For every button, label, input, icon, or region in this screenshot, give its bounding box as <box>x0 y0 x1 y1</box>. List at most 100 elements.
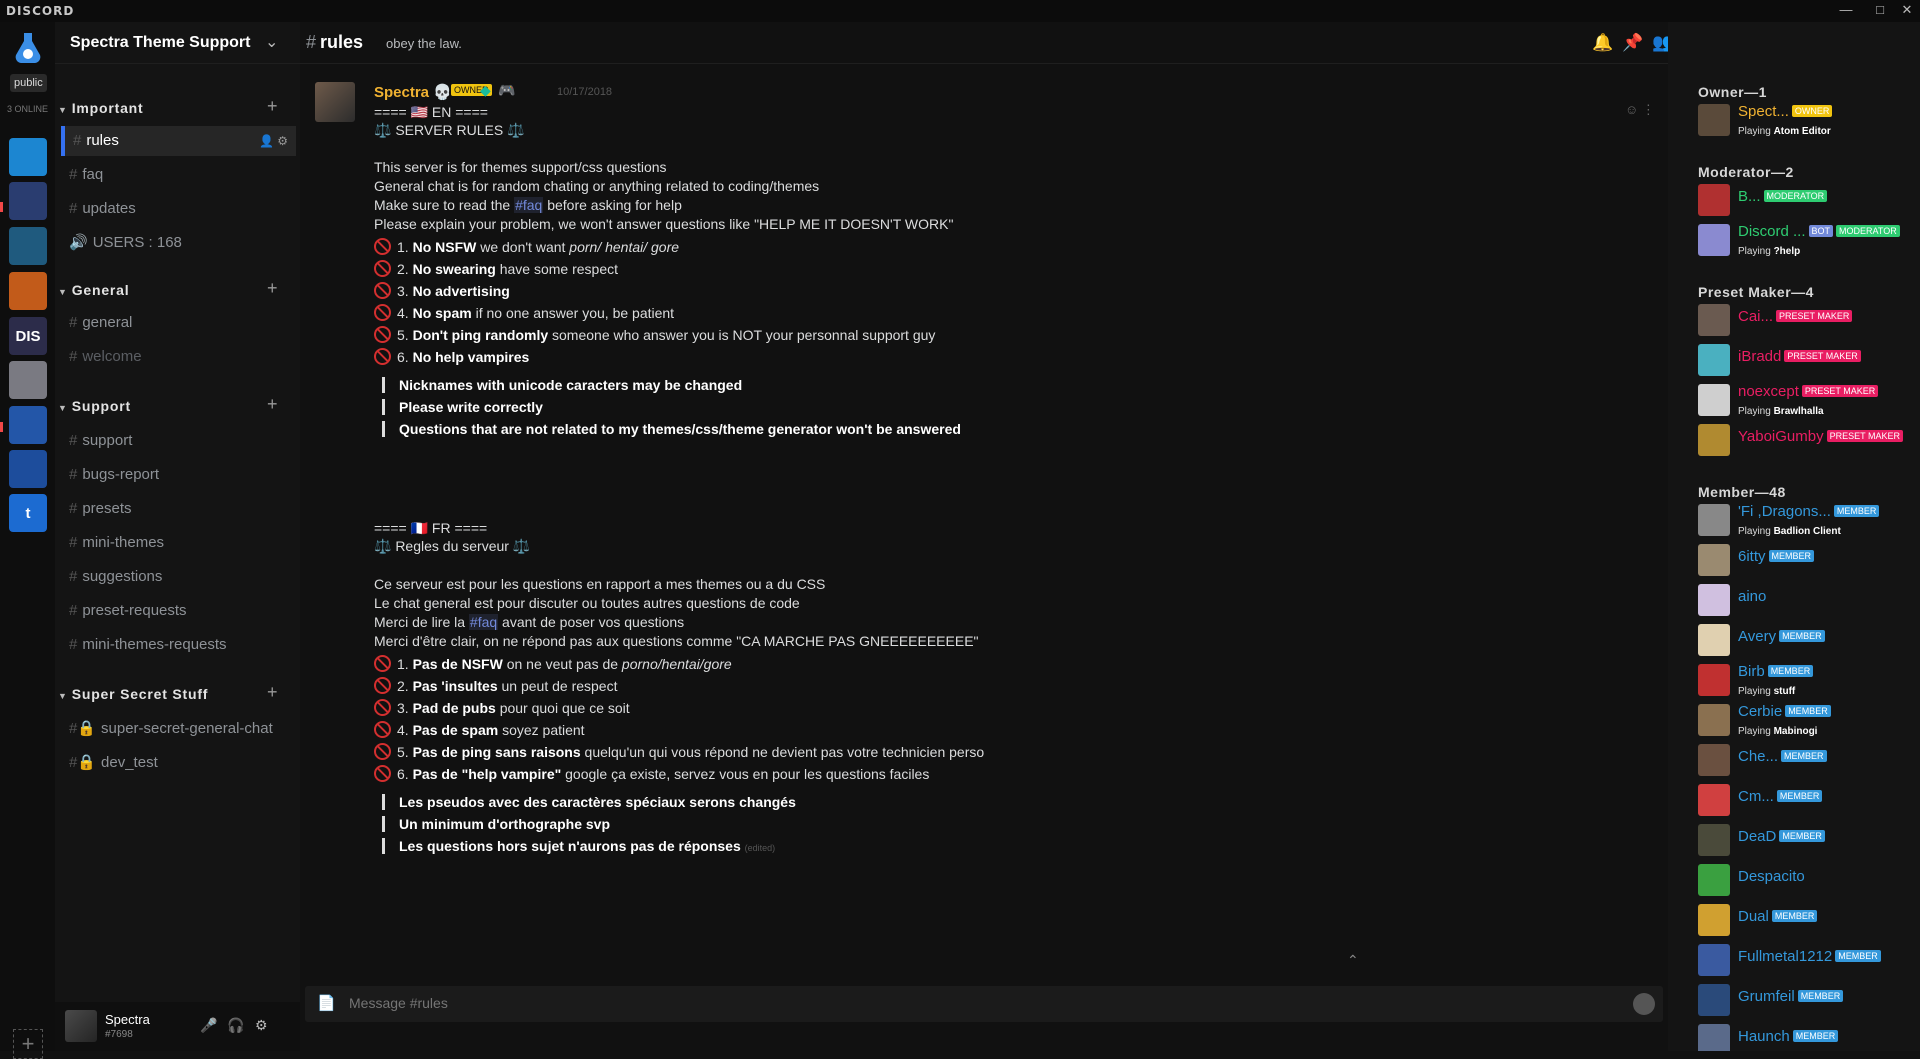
add-channel-icon[interactable]: + <box>267 278 278 299</box>
emoji-picker-icon[interactable] <box>1633 993 1655 1015</box>
chevron-down-icon: ▼ <box>58 691 68 701</box>
scroll-up-icon[interactable]: ⌃ <box>1347 952 1359 969</box>
title-bar: DISCORD — □ ✕ <box>0 0 1920 22</box>
member-item[interactable]: Cerbie MEMBER Playing Mabinogi <box>1698 702 1918 737</box>
channel-item[interactable]: #🔒 dev_test <box>61 748 296 778</box>
blue-logo-guild-icon[interactable] <box>9 182 47 220</box>
channel-actions: 👤 ⚙ <box>259 126 288 156</box>
channel-item[interactable]: # welcome <box>61 342 296 372</box>
member-item[interactable]: Birb MEMBER Playing stuff <box>1698 662 1918 697</box>
channel-item[interactable]: # presets <box>61 494 296 524</box>
rule-line: 6. Pas de "help vampire" google ça exist… <box>374 765 929 782</box>
member-activity: Playing stuff <box>1738 686 1795 697</box>
member-item[interactable]: Grumfeil MEMBER <box>1698 982 1918 1016</box>
activity-game: ?help <box>1773 246 1801 257</box>
add-channel-icon[interactable]: + <box>267 96 278 117</box>
channel-item[interactable]: # mini-themes <box>61 528 296 558</box>
faq-channel-mention[interactable]: #faq <box>468 614 499 630</box>
member-item[interactable]: Che... MEMBER <box>1698 742 1918 776</box>
minimize-icon[interactable]: — <box>1834 2 1858 20</box>
member-item[interactable]: Spect... OWNER Playing Atom Editor <box>1698 102 1918 137</box>
add-channel-icon[interactable]: + <box>267 394 278 415</box>
member-item[interactable]: DeaD MEMBER <box>1698 822 1918 856</box>
settings-gear-icon[interactable]: ⚙ <box>255 1017 268 1034</box>
settings-gear-icon[interactable]: ⚙ <box>277 134 288 148</box>
chevron-down-icon[interactable]: ⌄ <box>265 32 278 52</box>
member-item[interactable]: Avery MEMBER <box>1698 622 1918 656</box>
category-header[interactable]: ▼ Support <box>58 398 131 414</box>
activity-prefix: Playing <box>1738 126 1774 137</box>
category-header[interactable]: ▼ Super Secret Stuff <box>58 686 208 702</box>
add-server-button[interactable]: + <box>13 1029 43 1059</box>
channel-item[interactable]: 🔊 USERS : 168 <box>61 228 296 258</box>
spectra-guild-icon-1[interactable] <box>9 406 47 444</box>
channel-item[interactable]: # bugs-report <box>61 460 296 490</box>
spectra-guild-icon-2[interactable] <box>9 450 47 488</box>
guild-letter: t <box>25 504 31 522</box>
home-guild-icon[interactable] <box>9 28 47 66</box>
member-item[interactable]: Cai... PRESET MAKER <box>1698 302 1918 336</box>
t-guild-icon[interactable]: t <box>9 494 47 532</box>
message-input[interactable] <box>349 995 1599 1011</box>
category-header[interactable]: ▼ Important <box>58 100 143 116</box>
assassin-guild-icon[interactable] <box>9 227 47 265</box>
member-item[interactable]: B... MODERATOR <box>1698 182 1918 216</box>
channel-name: bugs-report <box>82 466 160 483</box>
rule-title: Pad de pubs <box>412 700 496 716</box>
rule-text: have some respect <box>495 261 618 277</box>
rule-number: 6. <box>397 766 409 782</box>
microphone-icon[interactable]: 🎤 <box>200 1017 217 1034</box>
add-channel-icon[interactable]: + <box>267 682 278 703</box>
member-item[interactable]: Discord ... BOT MODERATOR Playing ?help <box>1698 222 1918 257</box>
avatar[interactable] <box>65 1010 97 1042</box>
channel-item[interactable]: # general <box>61 308 296 338</box>
channel-name: mini-themes <box>82 534 165 551</box>
banana-guild-icon[interactable] <box>9 138 47 176</box>
channel-item[interactable]: # preset-requests <box>61 596 296 626</box>
headphones-icon[interactable]: 🎧 <box>227 1017 244 1034</box>
category-header[interactable]: ▼ General <box>58 282 129 298</box>
note-line: Les questions hors sujet n'aurons pas de… <box>374 838 775 854</box>
member-item[interactable]: iBradd PRESET MAKER <box>1698 342 1918 376</box>
message-author[interactable]: Spectra 💀 <box>374 83 452 101</box>
server-header[interactable]: Spectra Theme Support ⌄ <box>55 22 300 64</box>
anime-guild-icon[interactable] <box>9 361 47 399</box>
chevron-down-icon: ▼ <box>58 105 68 115</box>
close-icon[interactable]: ✕ <box>1895 2 1919 20</box>
locked-hash-icon: #🔒 <box>69 720 97 737</box>
hash-icon: # <box>69 314 78 331</box>
channel-item[interactable]: #🔒 super-secret-general-chat <box>61 714 296 744</box>
invite-icon[interactable]: 👤 <box>259 134 277 148</box>
avatar <box>1698 704 1730 736</box>
pin-icon[interactable]: 📌 <box>1622 33 1643 53</box>
member-item[interactable]: Cm... MEMBER <box>1698 782 1918 816</box>
orange-char-guild-icon[interactable] <box>9 272 47 310</box>
channel-item[interactable]: # support <box>61 426 296 456</box>
member-name-text: Haunch <box>1738 1028 1790 1045</box>
member-item[interactable]: Haunch MEMBER <box>1698 1022 1918 1051</box>
faq-channel-mention[interactable]: #faq <box>514 197 544 213</box>
member-item[interactable]: Fullmetal1212 MEMBER <box>1698 942 1918 976</box>
member-name: Haunch MEMBER <box>1738 1028 1839 1045</box>
bot-badge: BOT <box>1808 225 1834 237</box>
channel-item[interactable]: # faq <box>61 160 296 190</box>
member-item[interactable]: 6itty MEMBER <box>1698 542 1918 576</box>
member-item[interactable]: noexcept PRESET MAKER Playing Brawlhalla <box>1698 382 1918 417</box>
channel-item[interactable]: # updates <box>61 194 296 224</box>
message-actions-icon[interactable]: ☺ ⋮ <box>1625 102 1655 118</box>
channel-item[interactable]: # suggestions <box>61 562 296 592</box>
member-item[interactable]: Despacito <box>1698 862 1918 896</box>
member-item[interactable]: 'Fi ,Dragons... MEMBER Playing Badlion Cli… <box>1698 502 1918 537</box>
dis-guild-icon[interactable]: DIS <box>9 317 47 355</box>
note-text: Questions that are not related to my the… <box>399 421 961 437</box>
channel-item[interactable]: # rules 👤 ⚙ <box>61 126 296 156</box>
rule-title: Pas 'insultes <box>412 678 498 694</box>
bell-icon[interactable]: 🔔 <box>1592 33 1613 53</box>
channel-item[interactable]: # mini-themes-requests <box>61 630 296 660</box>
avatar[interactable] <box>315 82 355 122</box>
member-item[interactable]: aino <box>1698 582 1918 616</box>
member-item[interactable]: Dual MEMBER <box>1698 902 1918 936</box>
upload-file-icon[interactable]: 📄 <box>317 994 336 1012</box>
member-item[interactable]: YaboiGumby PRESET MAKER <box>1698 422 1918 456</box>
maximize-icon[interactable]: □ <box>1868 2 1892 20</box>
